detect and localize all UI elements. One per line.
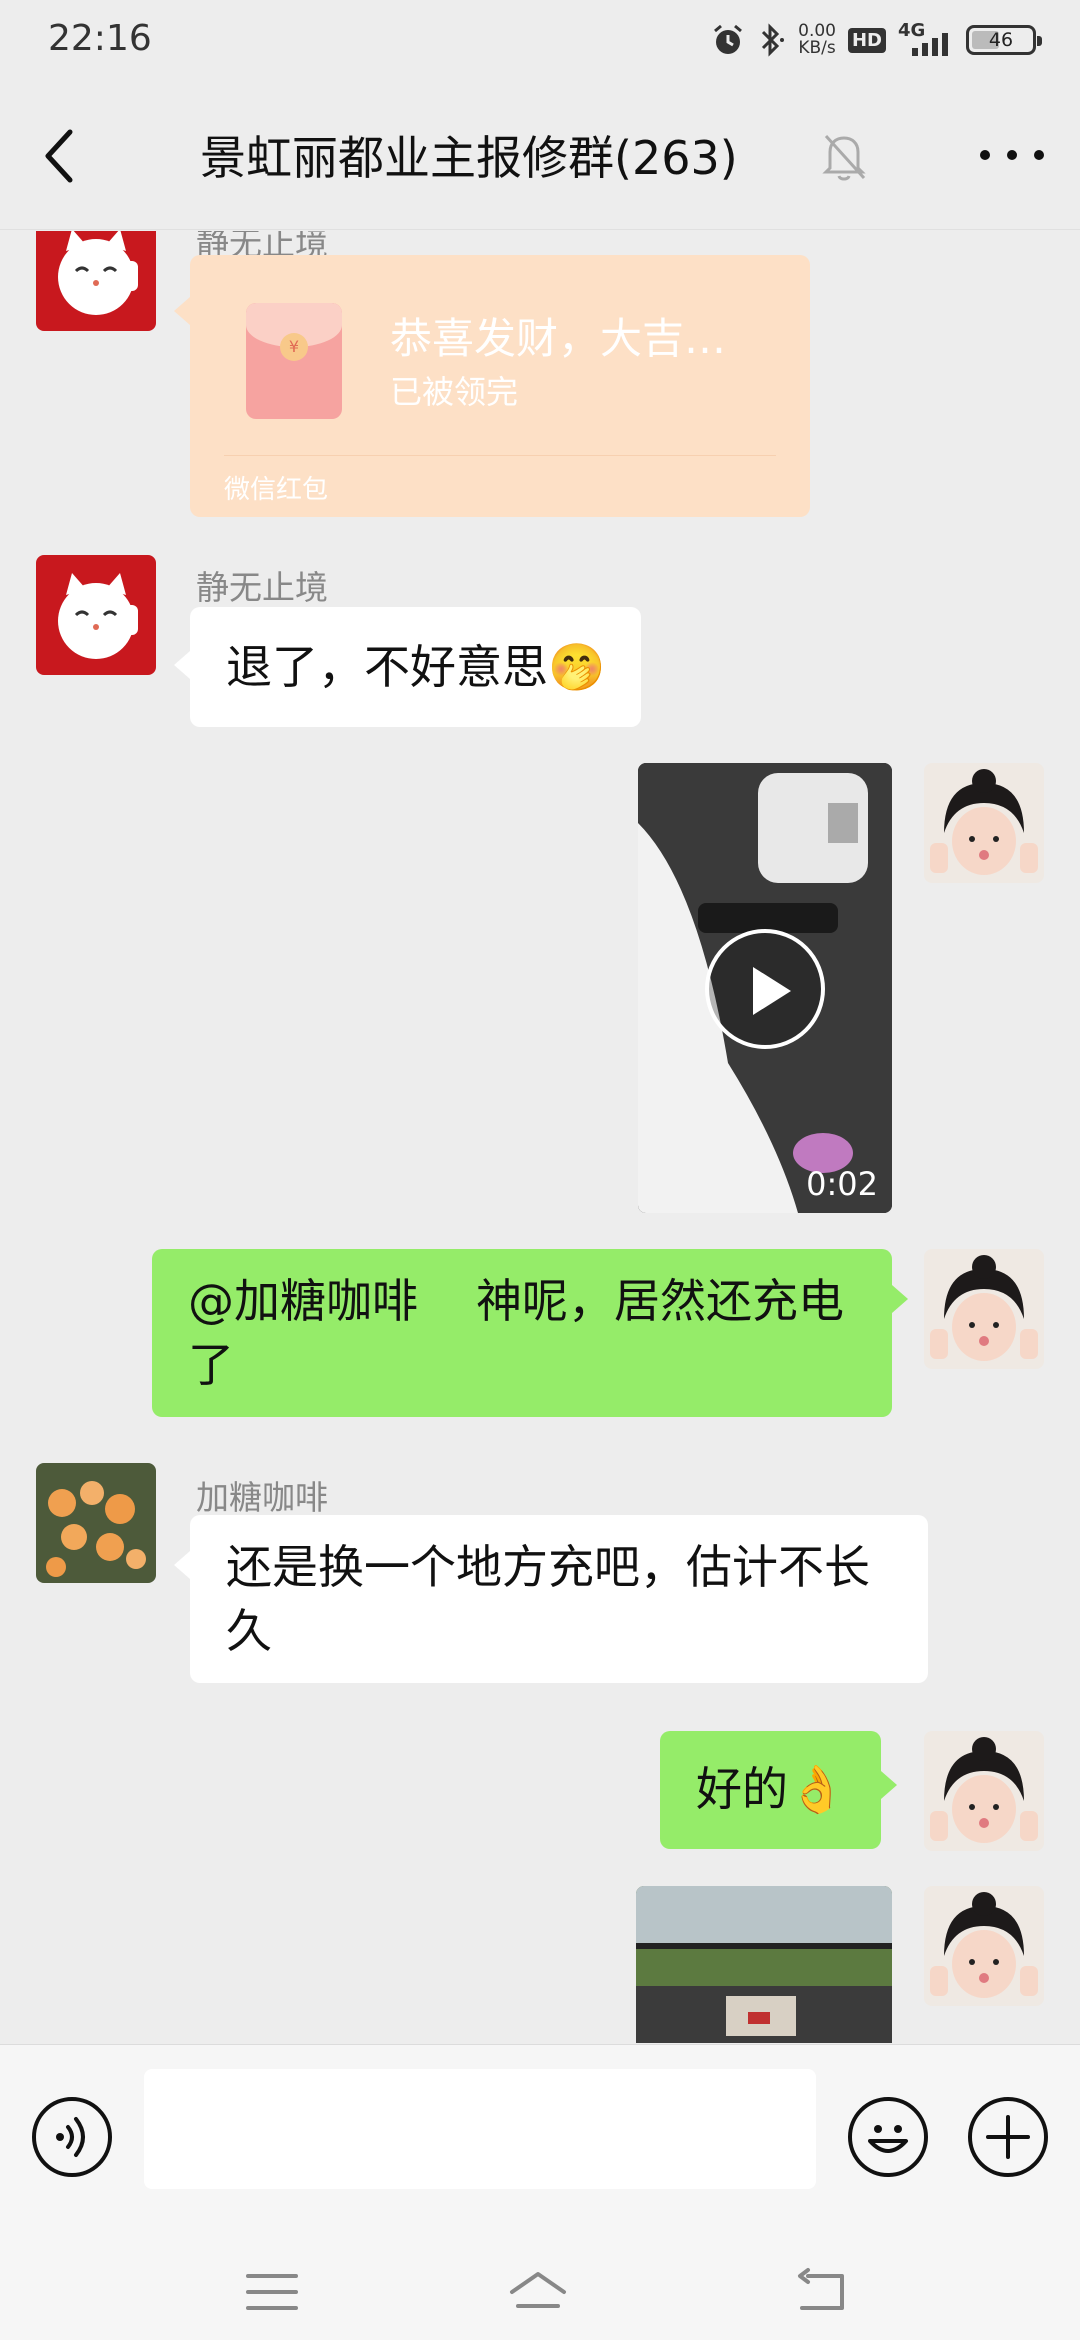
sender-nickname: 静无止境 (196, 568, 328, 607)
lucky-cat-image (36, 231, 156, 331)
bubble-tail (881, 1771, 898, 1799)
baby-photo-image (924, 1249, 1044, 1369)
net-speed: 0.00 KB/s (798, 21, 836, 58)
signal-bar (922, 43, 928, 56)
signal-indicator: 4G (898, 20, 954, 58)
alarm-icon (714, 24, 743, 54)
avatar-self[interactable] (924, 1886, 1044, 2006)
baby-photo-image (924, 1886, 1044, 2006)
emoji-button[interactable] (848, 2097, 928, 2177)
more-icon-dot (1034, 150, 1044, 160)
title-bar: 景虹丽都业主报修群(263) (0, 80, 1080, 230)
bluetooth-icon (762, 23, 785, 57)
back-nav-icon[interactable] (792, 2266, 852, 2318)
status-bar: 22:16 0.00 KB/s HD 4G 46 (0, 0, 1080, 80)
message-text: 还是换一个地方充吧，估计不长久 (226, 1540, 870, 1658)
home-icon[interactable] (508, 2266, 568, 2318)
ok-hand-icon: 👌 (788, 1762, 846, 1816)
signal-bar (912, 48, 918, 56)
mention: @加糖咖啡 (188, 1274, 418, 1328)
more-button[interactable] (980, 130, 1044, 180)
battery-icon: 46 (966, 25, 1042, 55)
signal-bar (942, 33, 948, 56)
back-icon[interactable] (36, 124, 96, 188)
baby-photo-image (924, 1731, 1044, 1851)
play-icon[interactable] (705, 929, 825, 1049)
video-thumbnail[interactable]: 0:02 (638, 763, 892, 1213)
bubble-tail (174, 297, 190, 325)
emoji-face-icon: 🤭 (548, 640, 606, 694)
emoji-icon (868, 2125, 908, 2153)
system-nav-bar (0, 2244, 1080, 2340)
avatar-lucky-cat[interactable] (36, 555, 156, 675)
hd-badge: HD (847, 27, 886, 53)
message-bubble[interactable]: @加糖咖啡 神呢，居然还充电了 (152, 1249, 908, 1417)
voice-button[interactable] (32, 2097, 112, 2177)
photo-thumbnail[interactable] (636, 1886, 892, 2043)
avatar-self[interactable] (924, 1249, 1044, 1369)
plus-icon (986, 2115, 1030, 2159)
sender-nickname: 加糖咖啡 (196, 1478, 328, 1517)
plus-button[interactable] (968, 2097, 1048, 2177)
avatar-self[interactable] (924, 1731, 1044, 1851)
more-icon-dot (1007, 150, 1017, 160)
chat-area[interactable]: 静无止境 ¥ 恭喜发财，大吉… 已被领完 微信红包 静无止境 退了，不好意思🤭 … (0, 231, 1080, 2043)
message-bubble[interactable]: 还是换一个地方充吧，估计不长久 (174, 1515, 928, 1683)
more-icon-dot (980, 150, 990, 160)
photo-image (636, 1886, 892, 2043)
red-packet-footer: 微信红包 (224, 475, 329, 505)
menu-icon[interactable] (242, 2266, 302, 2318)
bubble-tail (174, 1551, 190, 1579)
red-packet-icon: ¥ (246, 303, 342, 419)
message-text: 退了，不好意思 (226, 640, 548, 694)
divider (224, 455, 776, 456)
flowers-image (36, 1463, 156, 1583)
mute-bell-icon (822, 134, 866, 181)
lucky-cat-image (36, 555, 156, 675)
chat-title: 景虹丽都业主报修群(263) (200, 131, 738, 185)
video-duration: 0:02 (806, 1165, 878, 1203)
status-time: 22:16 (48, 18, 152, 59)
bubble-tail (892, 1285, 908, 1313)
avatar-self[interactable] (924, 763, 1044, 883)
avatar-flowers[interactable] (36, 1463, 156, 1583)
status-icons: 0.00 KB/s HD 4G 46 (712, 18, 1042, 62)
red-packet-title: 恭喜发财，大吉… (390, 314, 727, 363)
message-text: 好的 (696, 1762, 788, 1816)
input-bar (0, 2044, 1080, 2244)
baby-photo-image (924, 763, 1044, 883)
bubble-tail (174, 651, 190, 679)
red-packet-status: 已被领完 (390, 373, 519, 411)
voice-icon (56, 2117, 85, 2157)
avatar-lucky-cat[interactable] (36, 231, 156, 331)
signal-bar (932, 38, 938, 56)
message-bubble[interactable]: 好的👌 (660, 1731, 898, 1849)
red-packet-card[interactable]: ¥ 恭喜发财，大吉… 已被领完 微信红包 (174, 255, 810, 517)
message-bubble[interactable]: 退了，不好意思🤭 (174, 607, 642, 727)
message-input[interactable] (144, 2069, 816, 2189)
